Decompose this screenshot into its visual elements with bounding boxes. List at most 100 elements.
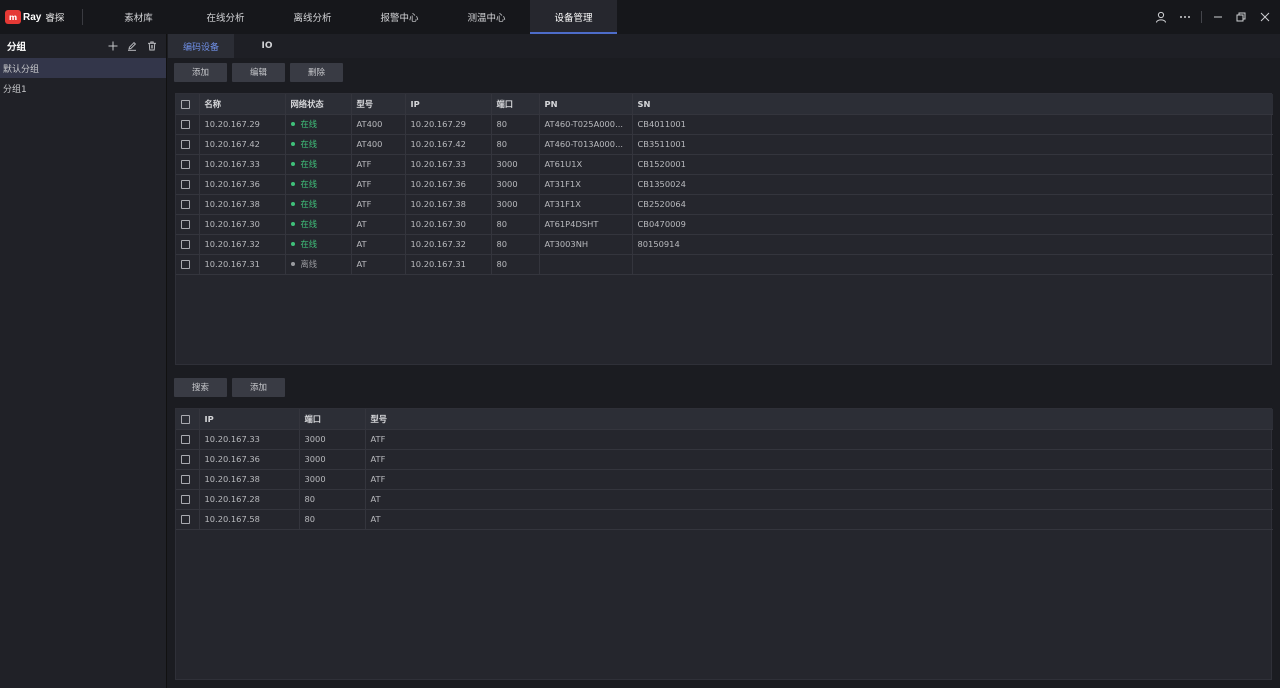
device-name: 10.20.167.30 bbox=[199, 214, 286, 235]
status-text: 在线 bbox=[300, 159, 318, 169]
table-row[interactable]: 10.20.167.29 在线 AT400 10.20.167.29 80 AT… bbox=[176, 114, 1273, 135]
row-checkbox[interactable] bbox=[181, 200, 190, 209]
device-sn: CB1520001 bbox=[632, 154, 1273, 175]
found-model: ATF bbox=[365, 449, 1273, 470]
found-ip: 10.20.167.38 bbox=[199, 469, 300, 490]
column-header[interactable]: 端口 bbox=[299, 409, 366, 430]
device-tabs: 编码设备 IO bbox=[168, 34, 1280, 58]
status-dot-icon bbox=[290, 161, 295, 166]
row-checkbox[interactable] bbox=[181, 260, 190, 269]
table-row[interactable]: 10.20.167.32 在线 AT 10.20.167.32 80 AT300… bbox=[176, 234, 1273, 255]
device-port: 80 bbox=[491, 234, 540, 255]
table-row[interactable]: 10.20.167.28 80 AT bbox=[176, 489, 1273, 510]
status-cell: 在线 bbox=[285, 234, 352, 255]
tab-io[interactable]: IO bbox=[234, 34, 300, 58]
add-device-button[interactable]: 添加 bbox=[174, 62, 227, 82]
table-row[interactable]: 10.20.167.38 在线 ATF 10.20.167.38 3000 AT… bbox=[176, 194, 1273, 215]
user-icon[interactable] bbox=[1152, 0, 1170, 34]
device-name: 10.20.167.42 bbox=[199, 134, 286, 155]
search-result-table: IP 端口 型号 10.20.167.33 3000 ATF 10.20.167… bbox=[176, 409, 1273, 530]
nav-device-management[interactable]: 设备管理 bbox=[530, 0, 617, 34]
status-text: 离线 bbox=[300, 259, 318, 269]
nav-alarm-center[interactable]: 报警中心 bbox=[356, 0, 443, 34]
table-row[interactable]: 10.20.167.36 在线 ATF 10.20.167.36 3000 AT… bbox=[176, 174, 1273, 195]
row-checkbox[interactable] bbox=[181, 220, 190, 229]
column-header[interactable]: 名称 bbox=[199, 94, 286, 115]
device-sn: CB1350024 bbox=[632, 174, 1273, 195]
select-all-checkbox[interactable] bbox=[181, 414, 190, 424]
table-row[interactable]: 10.20.167.33 在线 ATF 10.20.167.33 3000 AT… bbox=[176, 154, 1273, 175]
device-model: AT400 bbox=[351, 134, 406, 155]
device-model: ATF bbox=[351, 174, 406, 195]
logo-cn-text: 睿探 bbox=[45, 13, 65, 24]
row-checkbox[interactable] bbox=[181, 435, 190, 444]
nav-offline-analysis[interactable]: 离线分析 bbox=[269, 0, 356, 34]
table-row[interactable]: 10.20.167.33 3000 ATF bbox=[176, 429, 1273, 450]
row-checkbox[interactable] bbox=[181, 120, 190, 129]
minimize-icon[interactable] bbox=[1209, 0, 1227, 34]
status-cell: 在线 bbox=[285, 134, 352, 155]
found-ip: 10.20.167.28 bbox=[199, 489, 300, 510]
device-name: 10.20.167.38 bbox=[199, 194, 286, 215]
column-header[interactable]: 型号 bbox=[351, 94, 406, 115]
found-port: 80 bbox=[299, 509, 366, 530]
table-row[interactable]: 10.20.167.30 在线 AT 10.20.167.30 80 AT61P… bbox=[176, 214, 1273, 235]
table-row[interactable]: 10.20.167.58 80 AT bbox=[176, 509, 1273, 530]
device-sn: 80150914 bbox=[632, 234, 1273, 255]
delete-device-button[interactable]: 删除 bbox=[290, 62, 343, 82]
nav-temperature-center[interactable]: 测温中心 bbox=[443, 0, 530, 34]
nav-materials[interactable]: 素材库 bbox=[95, 0, 182, 34]
device-ip: 10.20.167.38 bbox=[405, 194, 492, 215]
table-row[interactable]: 10.20.167.36 3000 ATF bbox=[176, 449, 1273, 470]
device-ip: 10.20.167.33 bbox=[405, 154, 492, 175]
status-text: 在线 bbox=[300, 199, 318, 209]
row-checkbox[interactable] bbox=[181, 455, 190, 464]
row-checkbox[interactable] bbox=[181, 240, 190, 249]
nav-online-analysis[interactable]: 在线分析 bbox=[182, 0, 269, 34]
row-checkbox[interactable] bbox=[181, 495, 190, 504]
status-text: 在线 bbox=[300, 119, 318, 129]
select-all-cell bbox=[176, 94, 200, 115]
found-ip: 10.20.167.58 bbox=[199, 509, 300, 530]
device-model: AT bbox=[351, 254, 406, 275]
restore-icon[interactable] bbox=[1232, 0, 1250, 34]
logo-divider bbox=[82, 9, 83, 25]
add-searched-device-button[interactable]: 添加 bbox=[232, 377, 285, 397]
status-cell: 在线 bbox=[285, 214, 352, 235]
tab-encoding-device[interactable]: 编码设备 bbox=[168, 34, 234, 58]
sidebar-item-group-1[interactable]: 分组1 bbox=[0, 78, 166, 98]
table-row[interactable]: 10.20.167.31 离线 AT 10.20.167.31 80 bbox=[176, 254, 1273, 275]
row-checkbox[interactable] bbox=[181, 515, 190, 524]
device-ip: 10.20.167.36 bbox=[405, 174, 492, 195]
row-checkbox[interactable] bbox=[181, 140, 190, 149]
more-icon[interactable] bbox=[1176, 0, 1194, 34]
edit-icon[interactable] bbox=[125, 39, 139, 53]
close-icon[interactable] bbox=[1256, 0, 1274, 34]
device-pn: AT3003NH bbox=[539, 234, 633, 255]
column-header[interactable]: PN bbox=[539, 94, 633, 115]
select-all-checkbox[interactable] bbox=[181, 99, 190, 109]
column-header[interactable]: 端口 bbox=[491, 94, 540, 115]
table-row[interactable]: 10.20.167.38 3000 ATF bbox=[176, 469, 1273, 490]
column-header[interactable]: 型号 bbox=[365, 409, 1273, 430]
column-header[interactable]: SN bbox=[632, 94, 1273, 115]
add-icon[interactable] bbox=[106, 39, 120, 53]
sidebar-item-default-group[interactable]: 默认分组 bbox=[0, 58, 166, 78]
edit-device-button[interactable]: 编辑 bbox=[232, 62, 285, 82]
status-text: 在线 bbox=[300, 139, 318, 149]
search-button[interactable]: 搜索 bbox=[174, 377, 227, 397]
column-header[interactable]: IP bbox=[199, 409, 300, 430]
column-header[interactable]: 网络状态 bbox=[285, 94, 352, 115]
select-all-cell bbox=[176, 409, 200, 430]
found-model: AT bbox=[365, 489, 1273, 510]
device-sn: CB0470009 bbox=[632, 214, 1273, 235]
column-header[interactable]: IP bbox=[405, 94, 492, 115]
row-checkbox[interactable] bbox=[181, 475, 190, 484]
row-checkbox[interactable] bbox=[181, 180, 190, 189]
device-sn: CB3511001 bbox=[632, 134, 1273, 155]
row-checkbox[interactable] bbox=[181, 160, 190, 169]
table-row[interactable]: 10.20.167.42 在线 AT400 10.20.167.42 80 AT… bbox=[176, 134, 1273, 155]
device-ip: 10.20.167.31 bbox=[405, 254, 492, 275]
found-model: ATF bbox=[365, 429, 1273, 450]
delete-icon[interactable] bbox=[145, 39, 159, 53]
